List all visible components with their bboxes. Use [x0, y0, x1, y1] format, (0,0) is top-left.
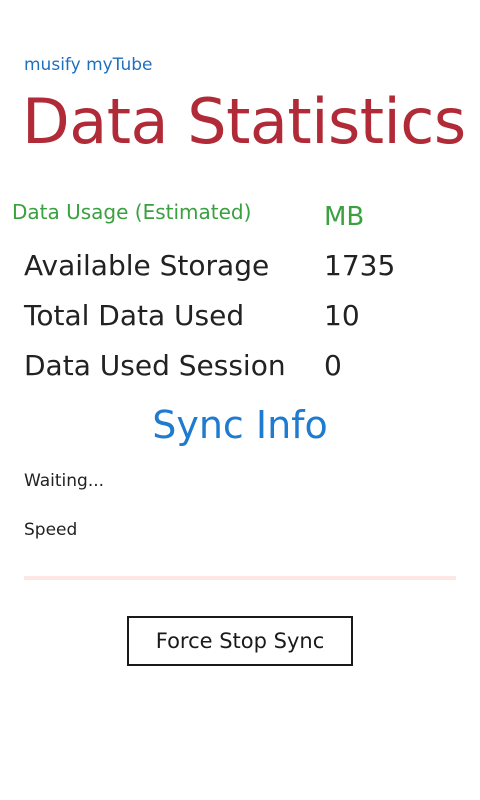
- available-storage-label: Available Storage: [24, 249, 270, 282]
- total-data-used-label: Total Data Used: [24, 299, 245, 332]
- sync-status-text: Waiting...: [24, 471, 105, 491]
- page-title: Data Statistics: [22, 85, 466, 158]
- force-stop-sync-button[interactable]: Force Stop Sync: [127, 616, 353, 666]
- data-statistics-screen: musify myTube Data Statistics Data Usage…: [0, 0, 480, 800]
- unit-header: MB: [324, 202, 365, 232]
- data-used-session-label: Data Used Session: [24, 349, 286, 382]
- sync-speed-label: Speed: [24, 520, 78, 540]
- sync-progress-bar: [24, 576, 456, 580]
- available-storage-value: 1735: [324, 249, 396, 282]
- total-data-used-value: 10: [324, 299, 360, 332]
- data-used-session-value: 0: [324, 349, 342, 382]
- app-title: musify myTube: [24, 55, 153, 75]
- sync-info-title: Sync Info: [152, 403, 328, 447]
- data-usage-header: Data Usage (Estimated): [12, 200, 252, 224]
